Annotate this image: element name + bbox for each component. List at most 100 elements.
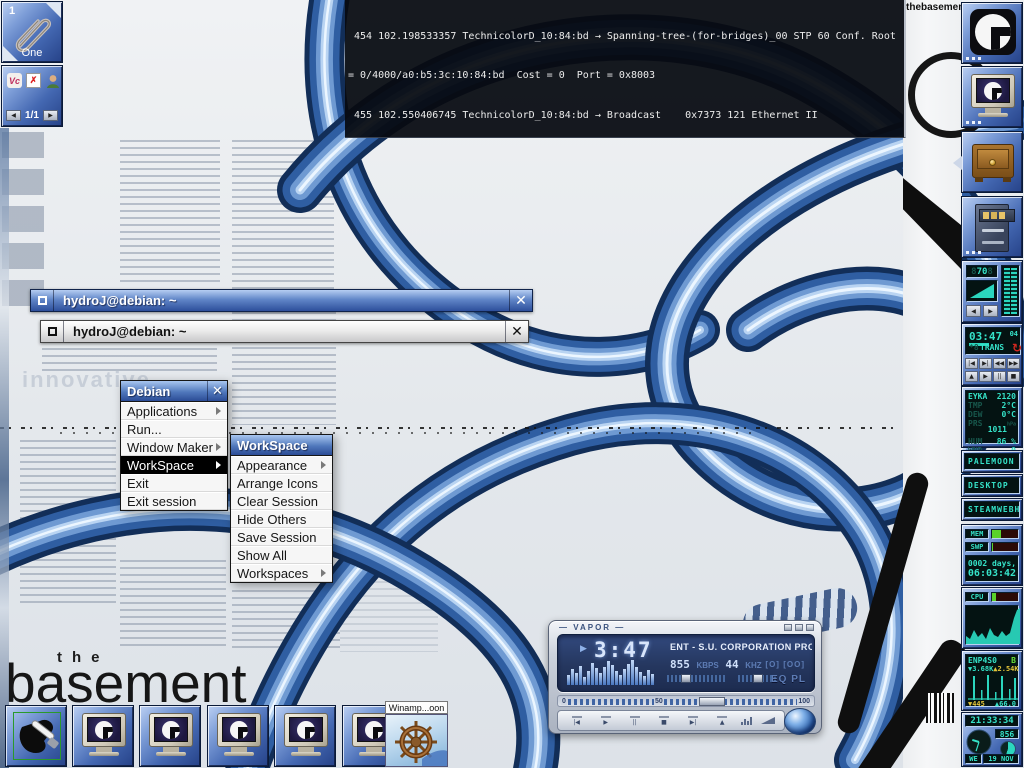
track-title-ticker[interactable]: ENT - S.U. CORPORATION PROUDLY [670,642,812,652]
seek-thumb[interactable] [699,697,725,706]
dock-appicon-config-tool[interactable] [5,705,67,767]
submenu-arrow-icon [321,569,326,577]
cd-next-button[interactable]: ▶| [979,358,992,369]
weather-dockapp[interactable]: EYKA 2120 TMP2°C DEW0°C PRS1011hPa HUM86… [961,386,1023,448]
mixer-dockapp[interactable]: 8708 ◀ ▶ [961,260,1023,323]
winamp-player[interactable]: — VAPOR — ▶ 3:47 ENT - S.U. CORPORATION … [548,620,822,734]
miniaturize-button[interactable] [31,290,54,311]
root-menu-titlebar[interactable]: Debian ✕ [121,381,227,402]
miniwindow-terminal-4[interactable] [274,705,336,767]
close-button[interactable]: ✕ [505,321,528,342]
analog-clock-icon [966,729,992,755]
menu-close-button[interactable]: ✕ [207,381,227,401]
menu-item-save-session[interactable]: Save Session [231,528,332,546]
menu-item-show-all[interactable]: Show All [231,546,332,564]
drawer-collapse-arrow-icon[interactable] [953,156,962,170]
workspace-submenu-titlebar[interactable]: WorkSpace [231,435,332,456]
minimize-button[interactable] [784,624,792,631]
mixer-next-button[interactable]: ▶ [983,305,998,317]
clock-time: 21:33:34 [970,716,1013,726]
visualizer-mode-icon[interactable] [741,717,752,725]
tx-total: ▲66.0 [995,700,1016,708]
miniwindow-terminal-1[interactable] [72,705,134,767]
submenu-arrow-icon [216,443,221,451]
miniwindow-winamp[interactable]: Winamp...oon [385,701,448,767]
launcher-steamweb[interactable]: STEAMWEBH [961,498,1023,521]
close-button[interactable]: ✕ [509,290,532,311]
menu-item-exit-session[interactable]: Exit session [121,492,227,510]
play-button[interactable]: ▶ [596,713,616,728]
menu-item-run[interactable]: Run... [121,420,227,438]
cd-forward-button[interactable]: ▶▶ [1007,358,1020,369]
network-monitor-dockapp[interactable]: ENP4S0 B ▼3.68K ▲2.54K ▼445 ▲66.0 [961,650,1023,711]
playlist-button[interactable]: PL [791,674,806,685]
dock-appicon-drawer[interactable] [961,131,1023,193]
dock-appicon-windowmaker[interactable] [961,2,1023,64]
eject-button[interactable]: ▲ [712,713,732,728]
volume-slider[interactable] [667,675,727,682]
stop-button[interactable]: ■ [654,713,674,728]
sysmon-dockapp[interactable]: MEM SWP 0002 days, 06:03:42 [961,524,1023,586]
menu-item-appearance[interactable]: Appearance [231,456,332,474]
menu-item-hide-others[interactable]: Hide Others [231,510,332,528]
close-button[interactable] [806,624,814,631]
equalizer-button[interactable]: EQ [771,674,787,685]
menu-item-exit[interactable]: Exit [121,474,227,492]
miniaturize-button[interactable] [41,321,64,342]
cd-mode: TRANS [980,343,1004,352]
seek-track [562,699,810,705]
prev-button[interactable]: |◀ [567,713,587,728]
seek-bar[interactable]: 0 50 100 [557,695,815,707]
cd-rewind-button[interactable]: ◀◀ [993,358,1006,369]
stream-info: 855 KBPS 44 KHZ [670,658,762,671]
wallpaper-barcode [926,693,954,723]
dock-appicon-terminal[interactable] [961,66,1023,128]
next-button[interactable]: ▶| [683,713,703,728]
volume-ramp-icon [970,284,994,298]
pager-dockapp[interactable]: Vc ✗ ◀ 1/1 ▶ [1,65,63,127]
menu-item-arrange-icons[interactable]: Arrange Icons [231,474,332,492]
cd-eject-button[interactable]: ▲ [965,371,978,382]
crt-monitor-icon [148,713,194,759]
cd-player-dockapp[interactable]: 03:47 04 *8 TRANS ↻ |◀ ▶| ◀◀ ▶▶ ▲ ▶ || ■ [961,323,1023,386]
cd-prev-button[interactable]: |◀ [965,358,978,369]
uptime-time: 06:03:42 [968,568,1016,579]
menu-item-workspace[interactable]: WorkSpace [121,456,227,474]
clock-dockapp[interactable]: 21:33:34 856 WE 19 NOV [961,712,1023,767]
miniwindow-terminal-2[interactable] [139,705,201,767]
clock-counter: 856 [1000,730,1014,739]
pager-next-button[interactable]: ▶ [43,110,58,121]
workspace-clip[interactable]: 1 One [1,1,63,63]
launcher-palemoon[interactable]: PALEMOON [961,450,1023,473]
cd-play-button[interactable]: ▶ [979,371,992,382]
menu-item-window-maker[interactable]: Window Maker [121,438,227,456]
pager-prev-button[interactable]: ◀ [6,110,21,121]
right-arrow-icon: ▶ [988,308,993,315]
pause-button[interactable]: || [625,713,645,728]
cd-pause-button[interactable]: || [993,371,1006,382]
channel-indicators: [O] [OO] [765,660,805,669]
clip-corner-arrow[interactable] [46,3,61,18]
volume-slider-thumb[interactable] [681,674,691,683]
skin-orb-knob[interactable] [784,708,816,735]
shaded-window-inactive[interactable]: hydroJ@debian: ~ ✕ [40,320,529,343]
menu-item-applications[interactable]: Applications [121,402,227,420]
clock-weekday: WE [969,755,977,763]
close-icon: ✕ [515,293,527,309]
dock-appicon-filecabinet[interactable] [961,196,1023,258]
cd-stop-button[interactable]: ■ [1007,371,1020,382]
balance-slider-thumb[interactable] [753,674,763,683]
cpu-monitor-dockapp[interactable]: CPU [961,587,1023,649]
menu-item-clear-session[interactable]: Clear Session [231,492,332,510]
shade-button[interactable] [795,624,803,631]
volume-wedge-icon[interactable] [761,717,775,724]
terminal-window[interactable]: 454 102.198533357 TechnicolorD_10:84:bd … [345,0,906,138]
network-header: ENP4S0 B [968,656,1016,665]
mixer-prev-button[interactable]: ◀ [966,305,981,317]
menu-item-workspaces[interactable]: Workspaces [231,564,332,582]
network-totals: ▼445 ▲66.0 [968,700,1016,708]
launcher-desktop[interactable]: DESKTOP [961,474,1023,497]
wallpaper-left-edge [0,128,9,768]
miniwindow-terminal-3[interactable] [207,705,269,767]
shaded-window-active[interactable]: hydroJ@debian: ~ ✕ [30,289,533,312]
